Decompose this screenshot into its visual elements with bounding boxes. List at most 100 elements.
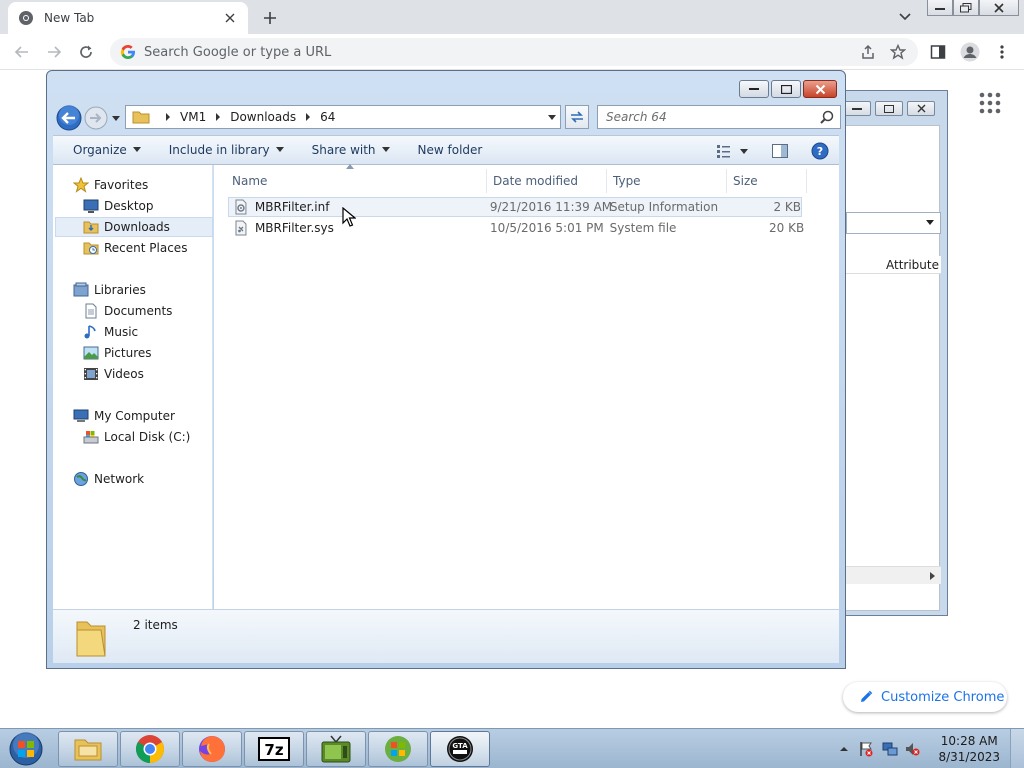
folder-icon	[132, 109, 150, 125]
bg-column-header[interactable]: Attribute	[846, 256, 941, 274]
clock-time: 10:28 AM	[940, 734, 998, 748]
column-header-size[interactable]: Size	[727, 169, 807, 193]
breadcrumb-separator-icon[interactable]	[214, 113, 222, 121]
taskbar-google-chrome[interactable]	[120, 731, 180, 767]
back-arrow-icon[interactable]	[10, 40, 34, 64]
share-icon[interactable]	[856, 38, 880, 66]
libraries-icon	[73, 282, 89, 297]
explorer-forward-icon[interactable]	[84, 106, 108, 130]
breadcrumb-vm1[interactable]: VM1	[180, 110, 206, 124]
chevron-down-icon	[381, 147, 390, 152]
tab-close-icon[interactable]	[222, 10, 238, 26]
include-in-library-button[interactable]: Include in library	[159, 138, 294, 162]
nav-my-computer[interactable]: My Computer	[73, 406, 175, 426]
chrome-logo-icon	[136, 735, 164, 763]
taskbar-gta-app[interactable]: GTA	[430, 731, 490, 767]
nav-documents-label: Documents	[104, 304, 173, 318]
address-row: VM1 Downloads 64 Search 64	[53, 103, 841, 133]
address-dropdown-icon[interactable]	[548, 113, 556, 121]
nav-pictures[interactable]: Pictures	[83, 343, 152, 363]
bg-minimize-button[interactable]	[843, 101, 871, 116]
reload-icon[interactable]	[74, 40, 98, 64]
search-input[interactable]: Search 64	[597, 105, 841, 129]
chevron-down-icon	[275, 147, 284, 152]
file-row[interactable]: MBRFilter.sys 10/5/2016 5:01 PM System f…	[228, 218, 804, 238]
explorer-maximize-button[interactable]	[771, 80, 801, 98]
breadcrumb-separator-icon[interactable]	[304, 113, 312, 121]
nav-recent-places[interactable]: Recent Places	[83, 238, 187, 258]
explorer-window[interactable]: VM1 Downloads 64 Search 64 Organize Incl…	[46, 70, 846, 669]
nav-documents[interactable]: Documents	[83, 301, 172, 321]
recent-pages-dropdown-icon[interactable]	[111, 113, 121, 123]
google-g-icon	[120, 44, 136, 60]
explorer-back-icon[interactable]	[56, 105, 82, 131]
organize-label: Organize	[73, 143, 127, 157]
show-desktop-button[interactable]	[1010, 729, 1024, 768]
nav-my-computer-label: My Computer	[94, 409, 175, 423]
volume-muted-icon[interactable]	[904, 741, 920, 757]
refresh-icon[interactable]	[565, 105, 589, 129]
include-in-library-label: Include in library	[168, 143, 270, 157]
nav-local-disk[interactable]: Local Disk (C:)	[83, 427, 190, 447]
bg-horizontal-scrollbar[interactable]	[846, 566, 941, 584]
bg-dropdown[interactable]	[846, 212, 941, 234]
google-apps-grid-icon[interactable]	[979, 92, 1001, 114]
mouse-pointer-icon	[342, 207, 356, 227]
taskbar-firefox[interactable]	[182, 731, 242, 767]
column-type-label: Type	[613, 174, 641, 188]
bg-maximize-button[interactable]	[875, 101, 903, 116]
nav-favorites[interactable]: Favorites	[73, 175, 148, 195]
preview-pane-icon[interactable]	[769, 140, 791, 162]
tab-search-chevron-icon[interactable]	[895, 8, 915, 26]
profile-avatar-icon[interactable]	[958, 40, 982, 64]
nav-desktop[interactable]: Desktop	[83, 196, 154, 216]
column-date-label: Date modified	[493, 174, 579, 188]
customize-chrome-button[interactable]: Customize Chrome	[843, 682, 1007, 712]
tab-new-tab[interactable]: New Tab	[8, 2, 248, 34]
omnibox[interactable]: Search Google or type a URL	[110, 38, 918, 66]
nav-network[interactable]: Network	[73, 469, 144, 489]
nav-downloads[interactable]: Downloads	[55, 217, 213, 237]
organize-button[interactable]: Organize	[63, 138, 151, 162]
taskbar-media-app[interactable]	[306, 731, 366, 767]
taskbar: 7z GTA 10:28 AM 8/31/2023	[0, 728, 1024, 768]
address-bar[interactable]: VM1 Downloads 64	[125, 105, 561, 129]
explorer-close-button[interactable]	[803, 80, 837, 98]
search-icon[interactable]	[820, 110, 834, 124]
gta-logo-icon: GTA	[447, 736, 473, 762]
breadcrumb-separator-icon[interactable]	[164, 113, 172, 121]
forward-arrow-icon[interactable]	[42, 40, 66, 64]
file-row[interactable]: MBRFilter.inf 9/21/2016 11:39 AM Setup I…	[228, 197, 802, 217]
explorer-minimize-button[interactable]	[739, 80, 769, 98]
background-explorer-window[interactable]: Attribute	[832, 90, 948, 616]
window-restore-button[interactable]	[953, 0, 979, 16]
column-header-date-modified[interactable]: Date modified	[487, 169, 607, 193]
column-header-name[interactable]: Name	[226, 169, 487, 193]
nav-videos[interactable]: Videos	[83, 364, 144, 384]
taskbar-7zip[interactable]: 7z	[244, 731, 304, 767]
window-minimize-button[interactable]	[927, 0, 953, 16]
change-view-button[interactable]	[713, 140, 753, 162]
nav-libraries[interactable]: Libraries	[73, 280, 146, 300]
nav-music[interactable]: Music	[83, 322, 138, 342]
new-folder-button[interactable]: New folder	[408, 138, 493, 162]
clock-date: 8/31/2023	[938, 750, 1000, 764]
new-tab-plus-icon[interactable]	[258, 6, 282, 30]
taskbar-windows-app[interactable]	[368, 731, 428, 767]
chrome-menu-kebab-icon[interactable]	[990, 40, 1014, 64]
breadcrumb-64[interactable]: 64	[320, 110, 335, 124]
bookmark-star-icon[interactable]	[886, 38, 910, 66]
share-with-button[interactable]: Share with	[302, 138, 400, 162]
network-status-icon[interactable]	[882, 741, 898, 757]
window-close-button[interactable]	[979, 0, 1019, 16]
action-center-flag-icon[interactable]	[858, 741, 874, 757]
taskbar-windows-explorer[interactable]	[58, 731, 118, 767]
start-orb-button[interactable]	[6, 731, 46, 767]
column-header-type[interactable]: Type	[607, 169, 727, 193]
breadcrumb-downloads[interactable]: Downloads	[230, 110, 296, 124]
side-panel-icon[interactable]	[926, 40, 950, 64]
show-hidden-icons-chevron-icon[interactable]	[838, 741, 850, 757]
system-clock[interactable]: 10:28 AM 8/31/2023	[938, 733, 1000, 765]
help-icon[interactable]: ?	[809, 140, 831, 162]
bg-close-button[interactable]	[907, 101, 935, 116]
